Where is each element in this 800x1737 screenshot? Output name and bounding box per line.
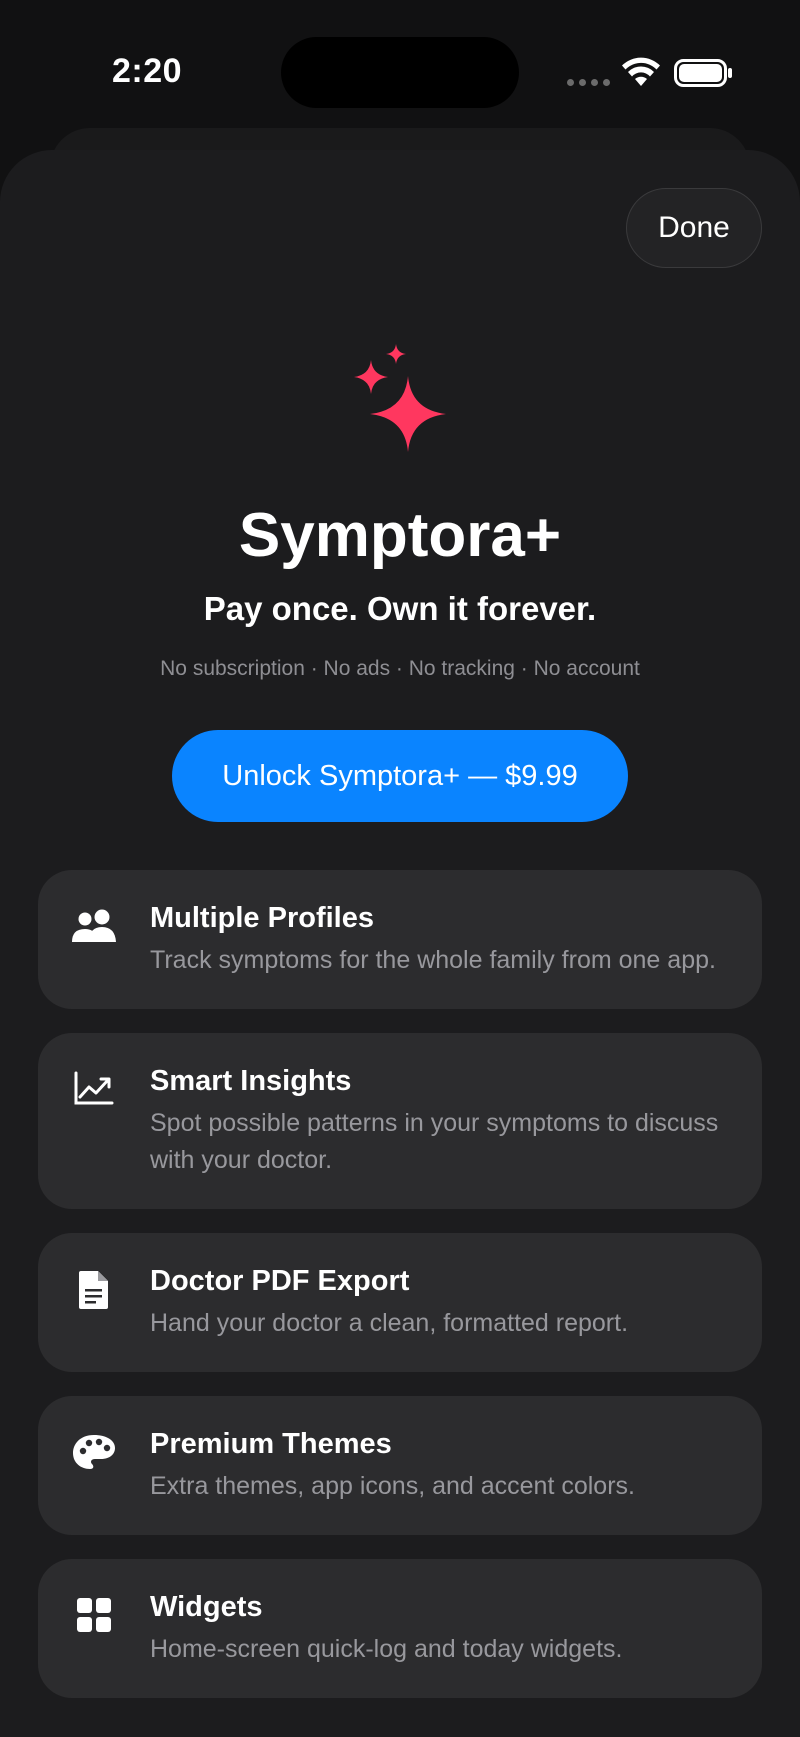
feature-title: Widgets — [150, 1591, 263, 1623]
sparkles-icon — [354, 344, 446, 452]
feature-description: Track symptoms for the whole family from… — [150, 946, 716, 974]
feature-card-premium-themes: Premium Themes Extra themes, app icons, … — [38, 1396, 762, 1535]
people-icon — [72, 909, 116, 942]
feature-title: Multiple Profiles — [150, 902, 374, 934]
document-icon — [79, 1271, 108, 1309]
feature-title: Doctor PDF Export — [150, 1265, 410, 1297]
cellular-signal-icon — [567, 79, 610, 86]
feature-card-smart-insights: Smart Insights Spot possible patterns in… — [38, 1033, 762, 1209]
feature-card-doctor-pdf-export: Doctor PDF Export Hand your doctor a cle… — [38, 1233, 762, 1372]
paywall-sheet: Done Symptora+ Pay once. Own it forever.… — [0, 150, 800, 1737]
feature-description: Extra themes, app icons, and accent colo… — [150, 1472, 635, 1500]
dynamic-island — [281, 37, 519, 108]
status-time: 2:20 — [112, 52, 183, 90]
paywall-screen: 2:20 Done Symptora+ Pay once. Own it for… — [0, 0, 800, 1737]
battery-icon — [674, 59, 732, 87]
paywall-subtitle: Pay once. Own it forever. — [203, 590, 597, 627]
wifi-icon — [622, 57, 660, 86]
feature-title: Smart Insights — [150, 1065, 352, 1097]
feature-card-widgets: Widgets Home-screen quick-log and today … — [38, 1559, 762, 1698]
feature-description: Home-screen quick-log and today widgets. — [150, 1635, 623, 1663]
feature-description: Hand your doctor a clean, formatted repo… — [150, 1309, 629, 1337]
feature-card-multiple-profiles: Multiple Profiles Track symptoms for the… — [38, 870, 762, 1009]
done-button[interactable]: Done — [626, 188, 762, 268]
feature-title: Premium Themes — [150, 1428, 392, 1460]
status-bar: 2:20 — [0, 0, 800, 140]
paywall-title: Symptora+ — [238, 501, 562, 570]
chart-trend-icon — [74, 1071, 114, 1105]
palette-icon — [73, 1435, 115, 1469]
feature-list: Multiple Profiles Track symptoms for the… — [38, 870, 762, 1722]
unlock-purchase-button[interactable]: Unlock Symptora+ — $9.99 — [172, 730, 628, 822]
feature-description: Spot possible patterns in your symptoms … — [150, 1109, 719, 1174]
widgets-grid-icon — [77, 1598, 111, 1632]
paywall-tagline: No subscription · No ads · No tracking ·… — [160, 657, 640, 680]
